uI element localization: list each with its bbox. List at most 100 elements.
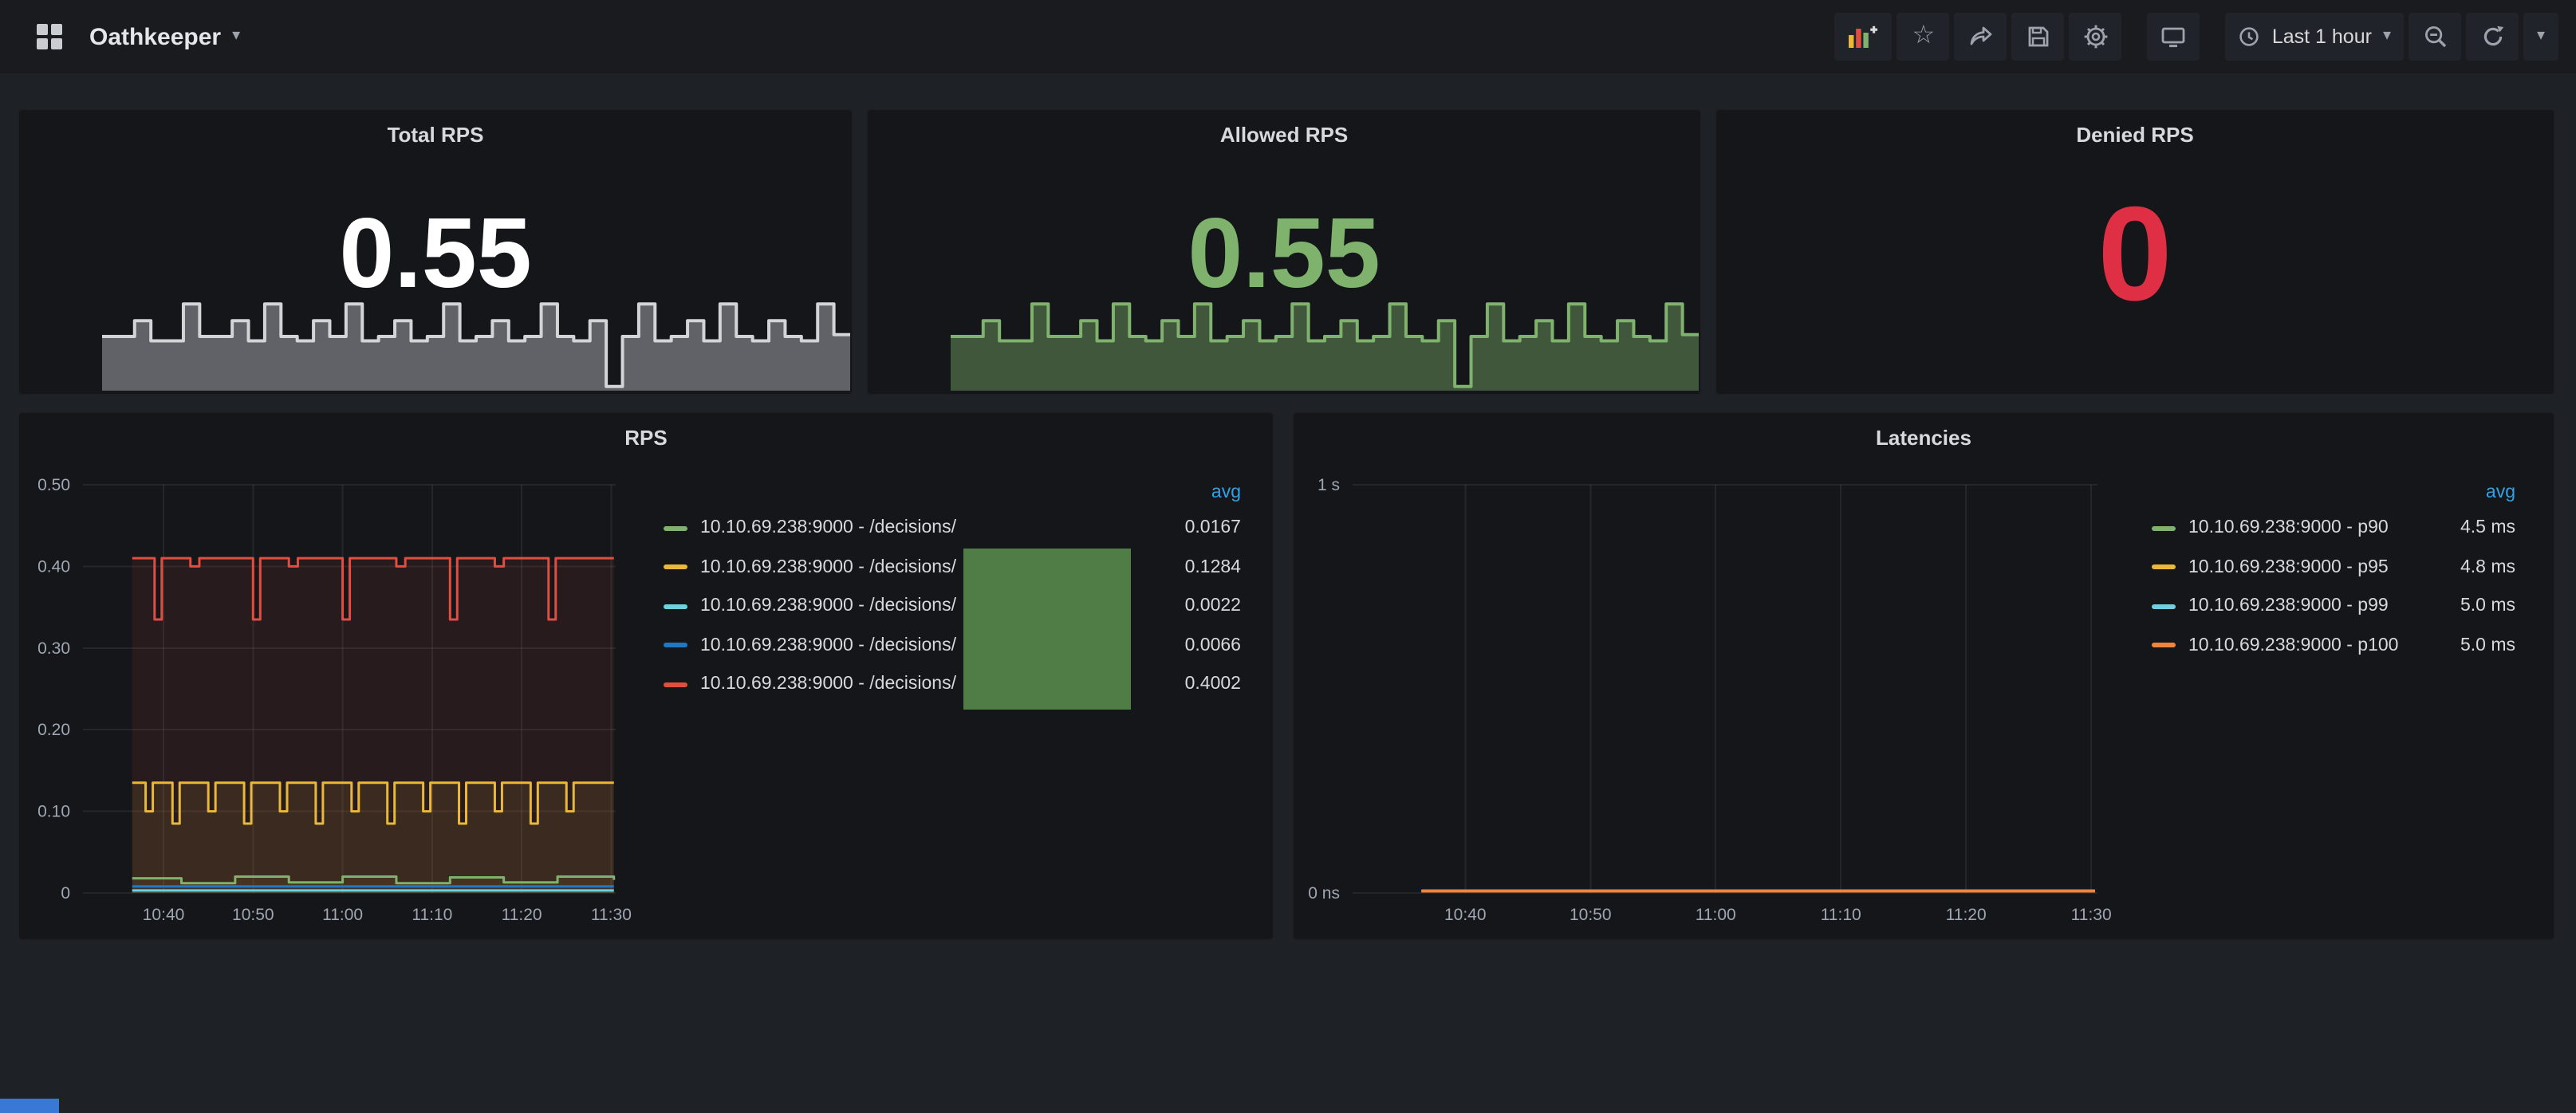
- panel-title-allowed-rps[interactable]: Allowed RPS: [868, 123, 1700, 147]
- legend-avg-value: 0.0022: [1152, 597, 1241, 616]
- legend-avg-value: 5.0 ms: [2426, 636, 2515, 655]
- panel-denied-rps: Denied RPS 0: [1715, 108, 2555, 395]
- svg-text:11:30: 11:30: [591, 906, 632, 924]
- legend-series-color-icon: [2152, 643, 2176, 648]
- panel-latencies: Latencies 0 ns1 s10:4010:5011:0011:1011:…: [1292, 411, 2555, 941]
- cycle-view-button[interactable]: [2148, 13, 2200, 61]
- svg-text:11:10: 11:10: [412, 906, 452, 924]
- chevron-down-icon: ▾: [2537, 29, 2545, 45]
- star-button[interactable]: ☆: [1897, 13, 1950, 61]
- share-button[interactable]: [1955, 13, 2007, 61]
- time-range-picker[interactable]: Last 1 hour ▾: [2226, 13, 2404, 61]
- grid-icon[interactable]: [22, 13, 75, 61]
- zoom-out-icon: [2422, 24, 2448, 49]
- svg-text:0.20: 0.20: [37, 721, 70, 739]
- legend-row[interactable]: 10.10.69.238:9000 - /decisions/0.0022: [664, 587, 1241, 626]
- legend-avg-value: 0.0066: [1152, 636, 1241, 655]
- legend-avg-value: 5.0 ms: [2426, 597, 2515, 616]
- stat-value-allowed-rps: 0.55: [868, 206, 1700, 305]
- legend-series-color-icon: [664, 604, 687, 609]
- svg-text:11:30: 11:30: [2071, 906, 2112, 924]
- navbar-right: ☆: [1830, 13, 2558, 61]
- legend-series-color-icon: [2152, 604, 2176, 609]
- svg-text:1 s: 1 s: [1318, 476, 1340, 494]
- panel-allowed-rps: Allowed RPS 0.55: [866, 108, 1702, 395]
- legend-avg-header[interactable]: avg: [2152, 477, 2515, 509]
- star-icon: ☆: [1912, 24, 1936, 49]
- latencies-legend: avg 10.10.69.238:9000 - p904.5 ms10.10.6…: [2152, 477, 2515, 665]
- legend-series-label[interactable]: 10.10.69.238:9000 - /decisions/: [700, 519, 1139, 538]
- legend-row[interactable]: 10.10.69.238:9000 - /decisions/0.0167: [664, 509, 1241, 548]
- legend-avg-value: 4.5 ms: [2426, 519, 2515, 538]
- navbar-left: Oathkeeper ▾: [18, 13, 240, 61]
- svg-text:10:40: 10:40: [1444, 906, 1487, 924]
- legend-series-color-icon: [2152, 565, 2176, 570]
- chevron-down-icon: ▾: [232, 29, 240, 45]
- svg-text:0.40: 0.40: [37, 557, 70, 576]
- dashboard-title-button[interactable]: Oathkeeper ▾: [89, 23, 240, 50]
- legend-series-label[interactable]: 10.10.69.238:9000 - p95: [2188, 558, 2413, 577]
- svg-text:0.30: 0.30: [37, 639, 70, 658]
- clock-icon: [2239, 26, 2261, 48]
- refresh-icon: [2479, 24, 2505, 49]
- legend-avg-value: 0.0167: [1152, 519, 1241, 538]
- panel-title-total-rps[interactable]: Total RPS: [19, 123, 852, 147]
- stat-value-denied-rps: 0: [1716, 187, 2554, 321]
- legend-series-label[interactable]: 10.10.69.238:9000 - p100: [2188, 636, 2413, 655]
- legend-avg-value: 0.4002: [1152, 675, 1241, 694]
- green-overlay-box: [963, 549, 1131, 710]
- zoom-out-button[interactable]: [2409, 13, 2461, 61]
- panel-title-rps[interactable]: RPS: [19, 426, 1273, 450]
- save-icon: [2026, 24, 2051, 49]
- latencies-chart[interactable]: 0 ns1 s10:4010:5011:0011:1011:2011:30: [1294, 461, 2123, 939]
- svg-text:0.50: 0.50: [37, 476, 70, 494]
- time-range-label: Last 1 hour: [2272, 26, 2372, 48]
- svg-text:11:20: 11:20: [502, 906, 542, 924]
- legend-row[interactable]: 10.10.69.238:9000 - /decisions/0.4002: [664, 665, 1241, 704]
- svg-text:10:40: 10:40: [143, 906, 185, 924]
- refresh-button[interactable]: [2466, 13, 2519, 61]
- svg-text:0 ns: 0 ns: [1308, 884, 1340, 903]
- legend-row[interactable]: 10.10.69.238:9000 - p90 4.5 ms: [2152, 509, 2515, 548]
- gear-icon: [2083, 24, 2109, 49]
- legend-series-color-icon: [2152, 526, 2176, 531]
- dashboard-title: Oathkeeper: [89, 23, 221, 50]
- legend-row[interactable]: 10.10.69.238:9000 - /decisions/0.0066: [664, 626, 1241, 665]
- svg-text:11:00: 11:00: [322, 906, 363, 924]
- svg-text:10:50: 10:50: [1570, 906, 1612, 924]
- legend-series-color-icon: [664, 682, 687, 687]
- add-panel-icon: [1848, 24, 1880, 49]
- bottom-left-blue-box: [0, 1099, 59, 1113]
- legend-rows: 10.10.69.238:9000 - /decisions/0.016710.…: [664, 509, 1241, 704]
- legend-avg-header[interactable]: avg: [664, 477, 1241, 509]
- legend-avg-value: 0.1284: [1152, 558, 1241, 577]
- tv-icon: [2160, 24, 2188, 49]
- grafana-dashboard: Oathkeeper ▾ ☆: [0, 0, 2576, 1113]
- legend-row[interactable]: 10.10.69.238:9000 - p99 5.0 ms: [2152, 587, 2515, 626]
- rps-chart[interactable]: 0 0.10 0.20 0.30 0.40 0.50 10:40 10:50 11:00 11:1…: [19, 461, 644, 939]
- chevron-down-icon: ▾: [2383, 29, 2391, 45]
- legend-row[interactable]: 10.10.69.238:9000 - /decisions/0.1284: [664, 548, 1241, 587]
- svg-text:0: 0: [61, 884, 70, 903]
- legend-series-label[interactable]: 10.10.69.238:9000 - p99: [2188, 597, 2413, 616]
- navbar: Oathkeeper ▾ ☆: [0, 0, 2576, 73]
- legend-row[interactable]: 10.10.69.238:9000 - p95 4.8 ms: [2152, 548, 2515, 587]
- panel-total-rps: Total RPS 0.55: [18, 108, 853, 395]
- panel-title-denied-rps[interactable]: Denied RPS: [1716, 123, 2554, 147]
- legend-series-color-icon: [664, 526, 687, 531]
- settings-button[interactable]: [2070, 13, 2122, 61]
- refresh-interval-dropdown[interactable]: ▾: [2523, 13, 2558, 61]
- save-button[interactable]: [2012, 13, 2065, 61]
- sparkline-allowed-rps: [951, 298, 1699, 391]
- svg-text:0.10: 0.10: [37, 803, 70, 821]
- panel-title-latencies[interactable]: Latencies: [1294, 426, 2554, 450]
- legend-row[interactable]: 10.10.69.238:9000 - p100 5.0 ms: [2152, 626, 2515, 665]
- sparkline-total-rps: [102, 298, 850, 391]
- legend-series-label[interactable]: 10.10.69.238:9000 - p90: [2188, 519, 2413, 538]
- legend-avg-value: 4.8 ms: [2426, 558, 2515, 577]
- add-panel-button[interactable]: [1835, 13, 1893, 61]
- rps-legend: avg 10.10.69.238:9000 - /decisions/0.016…: [664, 477, 1241, 704]
- svg-text:10:50: 10:50: [232, 906, 274, 924]
- svg-text:11:20: 11:20: [1946, 906, 1987, 924]
- panel-rps: RPS 0 0.10 0.20 0.30 0.40 0.50 10:40 10:50 11:00…: [18, 411, 1274, 941]
